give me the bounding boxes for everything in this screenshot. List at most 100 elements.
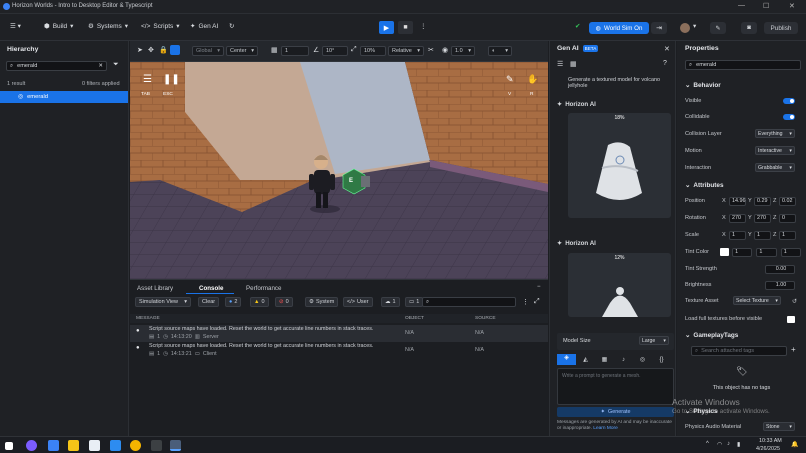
more-vertical-icon[interactable]: ⋮ <box>522 298 529 306</box>
snap-input[interactable]: 1 <box>281 46 309 56</box>
gameplay-tags-section[interactable]: ⌄ GameplayTags <box>685 331 738 340</box>
wifi-icon[interactable]: ◠ <box>717 441 722 448</box>
mail-icon[interactable] <box>110 440 121 451</box>
sound-mode-icon[interactable]: ♪ <box>614 357 633 363</box>
tint-b[interactable]: 1 <box>780 247 801 257</box>
minimize-button[interactable]: — <box>738 2 745 9</box>
mode-select[interactable]: Relative ▾ <box>388 46 424 56</box>
scale-icon[interactable]: ⤢ <box>351 46 357 54</box>
code-mode-icon[interactable]: {} <box>652 357 671 363</box>
avatar[interactable] <box>680 23 690 33</box>
menu-overlay-icon[interactable]: ☰ <box>143 74 152 85</box>
refresh-button[interactable]: ↻ <box>229 22 234 30</box>
scene-viewport[interactable]: ☰ TAB ❚❚ ESC ✎ V ✋ R E <box>130 62 548 279</box>
vr-preview-button[interactable]: ◙ <box>741 22 757 34</box>
windows-start-icon[interactable] <box>5 442 13 450</box>
build-menu[interactable]: ⬢ Build ▾ <box>44 22 73 31</box>
add-tag-icon[interactable]: + <box>791 345 796 354</box>
landscape-mode-icon[interactable]: ◭ <box>576 356 595 363</box>
tool-off-icon[interactable]: ✎ <box>506 74 514 85</box>
console-row[interactable]: ● Script source maps have loaded. Reset … <box>130 342 548 359</box>
physics-audio-select[interactable]: Stone ▾ <box>763 422 795 431</box>
clear-button[interactable]: Clear <box>198 297 220 307</box>
tint-g[interactable]: 1 <box>756 247 777 257</box>
position-z[interactable]: 0.02 <box>779 196 796 206</box>
stop-button[interactable]: ■ <box>398 21 413 34</box>
camera-icon[interactable]: ◉ <box>442 46 448 54</box>
attributes-section[interactable]: ⌄ Attributes <box>685 181 724 190</box>
snap-tool-icon[interactable] <box>170 45 180 55</box>
generated-model-card-2[interactable]: 12% <box>568 253 671 317</box>
tint-color-swatch[interactable] <box>720 248 730 256</box>
error-filter[interactable]: ⊘ 0 <box>275 297 293 307</box>
terminal-icon[interactable] <box>151 440 162 451</box>
user-filter[interactable]: </> User <box>343 297 373 307</box>
motion-select[interactable]: Interactive ▾ <box>755 146 795 155</box>
help-icon[interactable]: ? <box>663 60 667 67</box>
properties-search-input[interactable]: ⌕ emerald <box>685 60 801 70</box>
load-full-checkbox[interactable] <box>787 315 795 323</box>
hierarchy-search-input[interactable]: ⌕ emerald ✕ <box>6 61 107 71</box>
clock-date[interactable]: 4/26/2025 <box>756 446 780 452</box>
battery-icon[interactable]: ▮ <box>737 441 740 448</box>
grid-snap-icon[interactable]: ▦ <box>271 46 278 54</box>
rotation-y[interactable]: 270 <box>754 213 771 223</box>
edge-icon[interactable] <box>48 440 59 451</box>
lock-icon[interactable]: 🔒 <box>159 46 168 54</box>
scripts-menu[interactable]: </> Scripts ▾ <box>141 22 180 31</box>
collidable-toggle[interactable] <box>783 114 795 120</box>
tab-console[interactable]: Console <box>199 285 223 292</box>
publish-button[interactable]: Publish <box>764 22 798 34</box>
texture-select[interactable]: Select Texture ▾ <box>733 296 781 305</box>
position-x[interactable]: 14.96 <box>729 196 746 206</box>
systems-menu[interactable]: ⚙ Systems ▾ <box>88 22 128 31</box>
prompt-input[interactable]: Write a prompt to generate a mesh. <box>557 368 674 405</box>
console-search-input[interactable]: ⌕ <box>422 297 516 307</box>
camera-speed-select[interactable]: 1.0 ▾ <box>451 46 475 56</box>
model-size-select[interactable]: Large ▾ <box>639 336 669 345</box>
lighting-icon[interactable]: ✂ <box>428 46 434 54</box>
world-sim-toggle[interactable]: ◍ World Sim On <box>589 22 649 34</box>
tab-asset-library[interactable]: Asset Library <box>137 285 173 292</box>
close-icon[interactable]: ✕ <box>664 45 670 53</box>
clear-search-icon[interactable]: ✕ <box>98 63 103 69</box>
file-explorer-icon[interactable] <box>68 440 79 451</box>
tab-performance[interactable]: Performance <box>246 285 281 292</box>
tint-strength-input[interactable]: 0.00 <box>765 264 795 274</box>
horizon-app-icon[interactable] <box>170 440 181 451</box>
collapse-icon[interactable]: − <box>537 284 541 290</box>
info-filter[interactable]: ● 2 <box>225 297 242 307</box>
pause-overlay-icon[interactable]: ❚❚ <box>163 74 180 85</box>
rotation-z[interactable]: 0 <box>779 213 796 223</box>
exit-sim-button[interactable]: ⇥ <box>651 22 667 34</box>
interaction-select[interactable]: Grabbable ▾ <box>755 163 795 172</box>
tint-r[interactable]: 1 <box>732 247 753 257</box>
cloud-filter[interactable]: ☁ 1 <box>381 297 400 307</box>
genai-menu[interactable]: ✦ Gen AI <box>190 22 218 31</box>
store-icon[interactable] <box>89 440 100 451</box>
scale-snap-input[interactable]: 10% <box>360 46 386 56</box>
system-filter[interactable]: ⚙ System <box>305 297 339 307</box>
behavior-section[interactable]: ⌄ Behavior <box>685 81 721 90</box>
rotation-snap-input[interactable]: 10° <box>322 46 348 56</box>
rotation-x[interactable]: 270 <box>729 213 746 223</box>
expand-icon[interactable]: ⤢ <box>534 298 540 306</box>
history-icon[interactable]: ☰ <box>557 60 563 68</box>
learn-more-link[interactable]: Learn More <box>593 426 618 431</box>
select-tool-icon[interactable]: ➤ <box>137 46 143 54</box>
scale-y[interactable]: 1 <box>754 230 771 240</box>
position-y[interactable]: 0.29 <box>754 196 771 206</box>
scale-z[interactable]: 1 <box>779 230 796 240</box>
maximize-button[interactable]: ☐ <box>763 2 769 10</box>
disable-tool-button[interactable]: ✎ <box>710 22 726 34</box>
chrome-icon[interactable] <box>130 440 141 451</box>
volume-icon[interactable]: ♪ <box>727 441 730 447</box>
copilot-icon[interactable] <box>26 440 37 451</box>
more-options-button[interactable]: ⋮ <box>420 22 427 30</box>
space-select[interactable]: Global ▾ <box>192 46 224 56</box>
generate-button[interactable]: ✦ Generate <box>557 407 674 417</box>
hierarchy-item-emerald[interactable]: ◎ emerald <box>0 91 128 103</box>
main-menu-button[interactable]: ☰ ▾ <box>10 22 21 30</box>
local-filter[interactable]: ▭ 1 <box>405 297 424 307</box>
collision-layer-select[interactable]: Everything ▾ <box>755 129 795 138</box>
